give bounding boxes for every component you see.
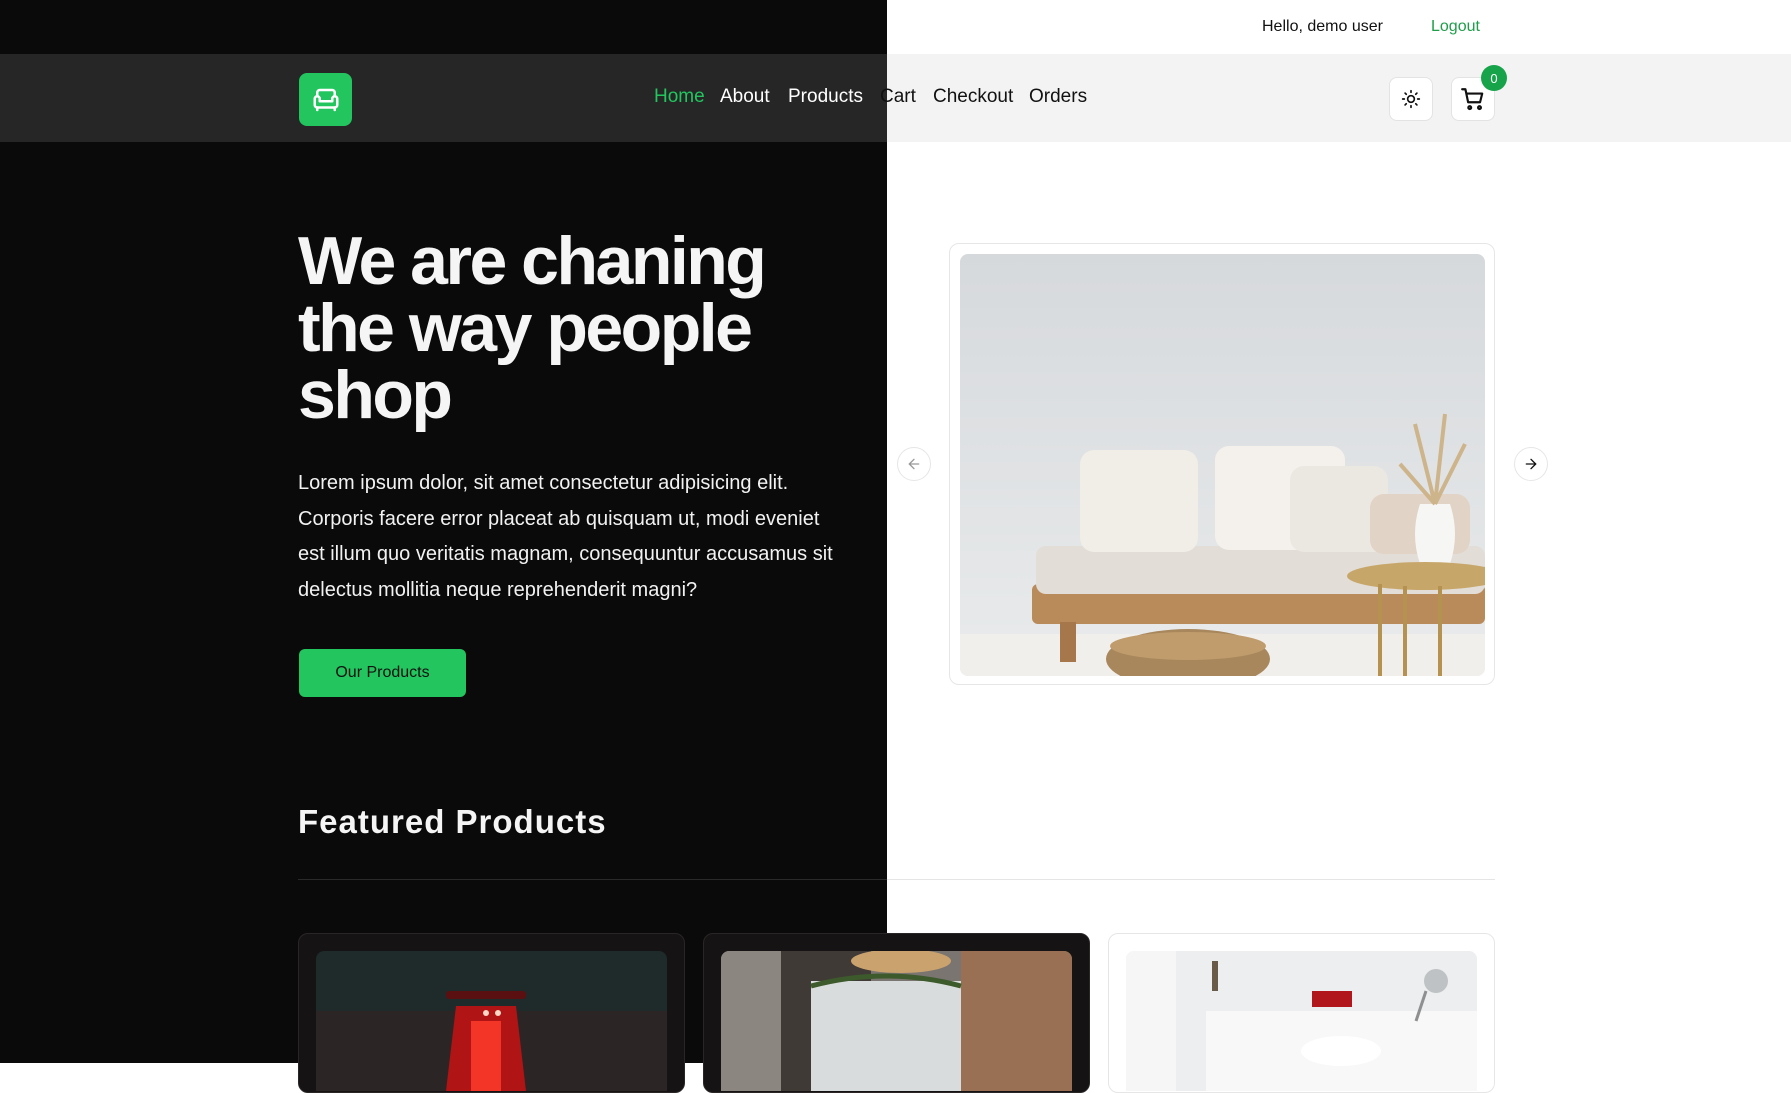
shopping-cart-icon (1461, 88, 1484, 111)
carousel-prev-button[interactable] (897, 447, 931, 481)
nav-link-home[interactable]: Home (654, 86, 705, 108)
sun-icon (1401, 89, 1421, 109)
armchair-icon (313, 88, 338, 111)
theme-toggle-button[interactable] (1389, 77, 1433, 121)
nav-link-about[interactable]: About (720, 86, 770, 108)
navbar-light (887, 54, 1791, 142)
featured-products-title: Featured Products (298, 803, 607, 840)
our-products-button[interactable]: Our Products (299, 649, 466, 697)
nav-link-products[interactable]: Products (788, 86, 863, 108)
arrow-right-icon (1525, 458, 1537, 470)
nav-link-checkout[interactable]: Checkout (933, 86, 1013, 108)
hero-description: Lorem ipsum dolor, sit amet consectetur … (298, 472, 833, 601)
section-divider (298, 879, 887, 880)
sofa-photo (960, 254, 1485, 676)
red-lantern-photo (316, 951, 667, 1091)
section-divider (887, 879, 1495, 880)
product-card[interactable] (1108, 933, 1495, 1093)
dining-room-photo (721, 951, 1072, 1091)
arrow-left-icon (908, 458, 920, 470)
product-card[interactable] (703, 933, 1090, 1093)
nav-link-orders[interactable]: Orders (1029, 86, 1087, 108)
white-bedroom-photo (1126, 951, 1477, 1091)
logout-link[interactable]: Logout (1431, 18, 1480, 36)
user-greeting: Hello, demo user (1262, 18, 1383, 35)
cart-count-badge: 0 (1481, 65, 1507, 91)
user-topbar: Hello, demo user Logout (0, 0, 1791, 54)
hero-carousel (949, 243, 1495, 685)
carousel-next-button[interactable] (1514, 447, 1548, 481)
logo[interactable] (299, 73, 352, 126)
nav-link-cart[interactable]: Cart (880, 86, 916, 108)
hero-title: We are chaning the way people shop (298, 223, 767, 433)
product-card[interactable] (298, 933, 685, 1093)
